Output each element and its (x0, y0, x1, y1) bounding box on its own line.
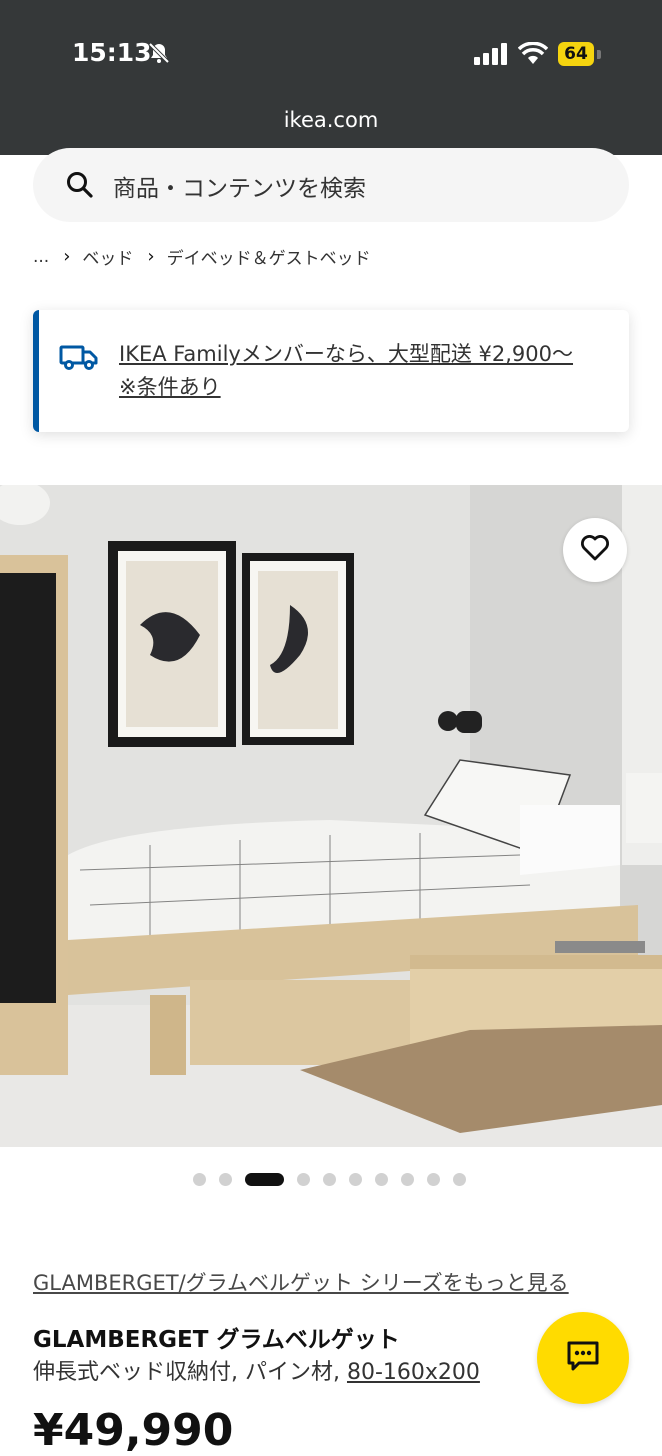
breadcrumb-beds[interactable]: ベッド (82, 244, 133, 269)
pagination-dot[interactable] (427, 1173, 440, 1186)
address-bar-url[interactable]: ikea.com (0, 108, 662, 132)
pagination-dot[interactable] (401, 1173, 414, 1186)
pagination-dot[interactable] (453, 1173, 466, 1186)
truck-icon (59, 342, 99, 376)
search-bar[interactable]: 商品・コンテンツを検索 (33, 148, 629, 222)
size-link[interactable]: 80-160x200 (347, 1360, 480, 1385)
product-description-text: 伸長式ベッド収納付, パイン材, (33, 1360, 347, 1385)
pagination-dot[interactable] (297, 1173, 310, 1186)
breadcrumb-ellipsis[interactable]: ... (33, 247, 49, 267)
promo-accent-bar (33, 310, 39, 432)
pagination-dot[interactable] (375, 1173, 388, 1186)
product-description: 伸長式ベッド収納付, パイン材, 80-160x200 (33, 1354, 480, 1386)
promo-line-2: ※条件あり (119, 375, 221, 399)
breadcrumb-daybeds[interactable]: デイベッド＆ゲストベッド (167, 244, 371, 269)
product-image[interactable] (0, 485, 662, 1147)
promo-line-1: IKEA Familyメンバーなら、大型配送 ¥2,900〜 (119, 342, 574, 366)
pagination-dot[interactable] (219, 1173, 232, 1186)
wifi-icon (517, 41, 549, 68)
battery-level: 64 (558, 42, 594, 66)
chat-icon (565, 1339, 601, 1377)
battery-tip (597, 50, 601, 59)
chat-button[interactable] (537, 1312, 629, 1404)
heart-icon (580, 534, 610, 566)
series-link[interactable]: GLAMBERGET/グラムベルゲット シリーズをもっと見る (33, 1267, 569, 1297)
status-bar: 15:13 64 ikea.com (0, 0, 662, 155)
search-icon (65, 170, 95, 204)
delivery-promo-banner[interactable]: IKEA Familyメンバーなら、大型配送 ¥2,900〜 ※条件あり (33, 310, 629, 432)
image-pagination (193, 1173, 466, 1186)
pagination-dot[interactable] (349, 1173, 362, 1186)
bell-slash-icon (147, 41, 171, 69)
breadcrumb: ... › ベッド › デイベッド＆ゲストベッド (33, 244, 371, 269)
chevron-right-icon: › (63, 246, 71, 267)
chevron-right-icon: › (147, 246, 155, 267)
status-time: 15:13 (72, 38, 152, 67)
pagination-dot-active[interactable] (245, 1173, 284, 1186)
product-price: ¥49,990 (33, 1405, 234, 1456)
pagination-dot[interactable] (323, 1173, 336, 1186)
add-to-favorites-button[interactable] (563, 518, 627, 582)
promo-link-text[interactable]: IKEA Familyメンバーなら、大型配送 ¥2,900〜 ※条件あり (119, 338, 619, 404)
product-name: GLAMBERGET グラムベルゲット (33, 1327, 400, 1353)
signal-icon (474, 43, 508, 69)
search-input[interactable]: 商品・コンテンツを検索 (113, 169, 366, 203)
pagination-dot[interactable] (193, 1173, 206, 1186)
